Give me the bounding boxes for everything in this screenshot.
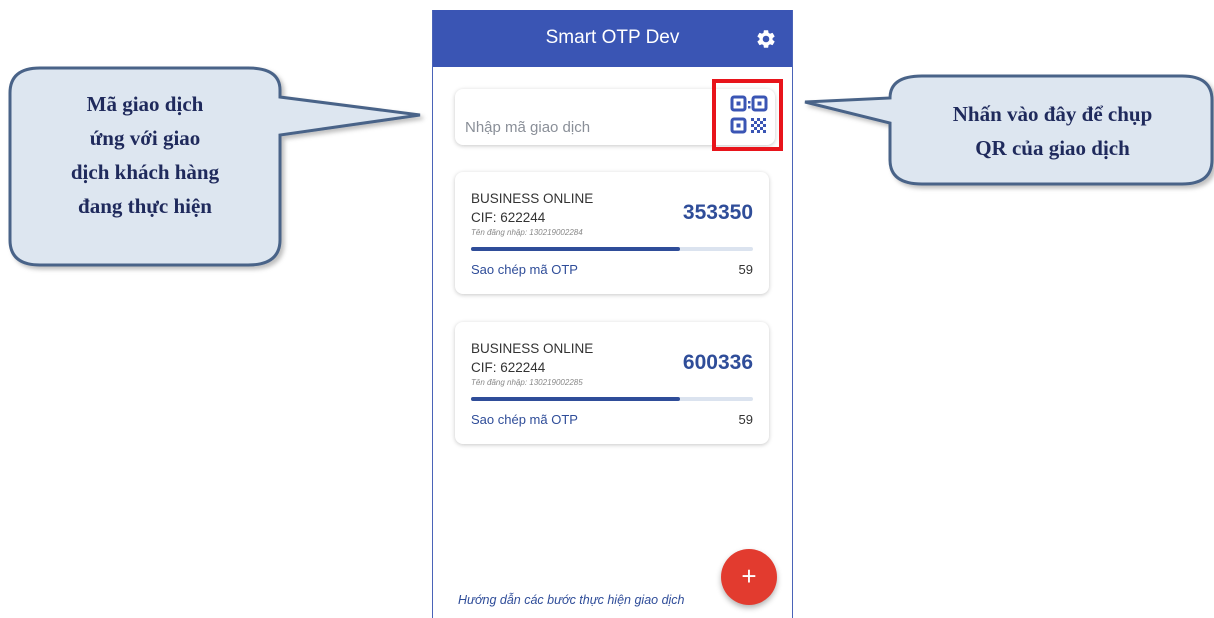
right-callout-line: Nhấn vào đây để chụp bbox=[952, 102, 1153, 126]
plus-icon: + bbox=[741, 561, 757, 591]
otp-code: 600336 bbox=[682, 351, 753, 374]
cif-number: CIF: 622244 bbox=[471, 210, 546, 225]
guide-link[interactable]: Hướng dẫn các bước thực hiện giao dịch bbox=[458, 593, 685, 607]
phone-screen: Smart OTP Dev Nhập mã giao dịch BUSINESS… bbox=[432, 10, 793, 618]
otp-code: 353350 bbox=[682, 201, 753, 224]
otp-timer-bar bbox=[471, 247, 753, 251]
left-callout-line: Mã giao dịch bbox=[86, 92, 204, 116]
left-callout-line: dịch khách hàng bbox=[70, 160, 220, 184]
username: Tên đăng nhập: 130219002284 bbox=[471, 228, 583, 237]
app-bar: Smart OTP Dev bbox=[433, 10, 792, 67]
left-callout-line: ứng với giao bbox=[89, 126, 201, 150]
gear-icon[interactable] bbox=[755, 28, 777, 50]
otp-timer-fill bbox=[471, 247, 680, 251]
otp-countdown: 59 bbox=[738, 412, 753, 427]
left-callout-line: đang thực hiện bbox=[78, 194, 212, 218]
right-callout-text: Nhấn vào đây để chụp QR của giao dịch bbox=[895, 97, 1210, 165]
otp-timer-bar bbox=[471, 397, 753, 401]
left-callout-text: Mã giao dịch ứng với giao dịch khách hàn… bbox=[30, 87, 260, 223]
otp-card: BUSINESS ONLINE CIF: 622244 Tên đăng nhậ… bbox=[455, 322, 769, 444]
transaction-code-input[interactable] bbox=[463, 113, 697, 141]
right-callout-line: QR của giao dịch bbox=[975, 136, 1130, 160]
otp-card: BUSINESS ONLINE CIF: 622244 Tên đăng nhậ… bbox=[455, 172, 769, 294]
otp-countdown: 59 bbox=[738, 262, 753, 277]
app-title: Smart OTP Dev bbox=[545, 27, 680, 48]
username: Tên đăng nhập: 130219002285 bbox=[471, 378, 583, 387]
service-name: BUSINESS ONLINE bbox=[471, 191, 594, 206]
copy-otp-button[interactable]: Sao chép mã OTP bbox=[471, 262, 578, 277]
scan-qr-button[interactable] bbox=[712, 79, 783, 151]
qr-code-icon bbox=[730, 95, 768, 134]
service-name: BUSINESS ONLINE bbox=[471, 341, 594, 356]
add-token-button[interactable]: + bbox=[721, 549, 777, 605]
otp-timer-fill bbox=[471, 397, 680, 401]
cif-number: CIF: 622244 bbox=[471, 360, 546, 375]
copy-otp-button[interactable]: Sao chép mã OTP bbox=[471, 412, 578, 427]
